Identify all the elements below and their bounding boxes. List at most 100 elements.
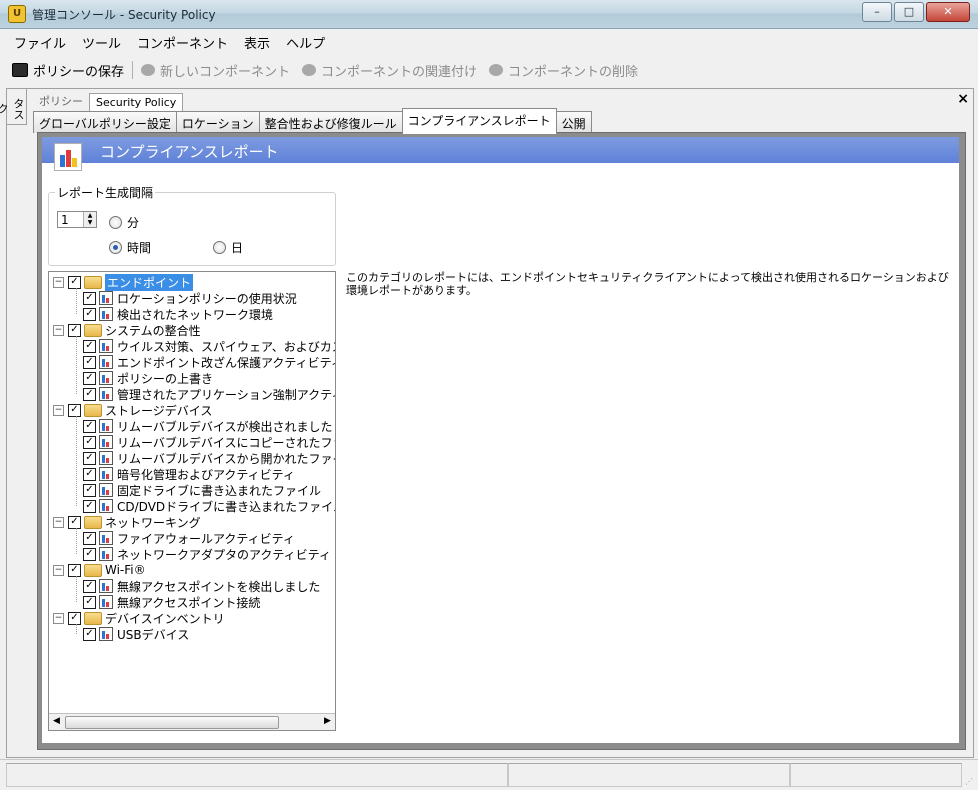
report-label: 暗号化管理およびアクティビティ	[117, 467, 295, 482]
tab-compliance-report[interactable]: コンプライアンスレポート	[401, 108, 557, 134]
report-checkbox[interactable]: ✓	[83, 531, 96, 545]
interval-spinner[interactable]: 1 ▲ ▼	[57, 211, 97, 228]
report-icon	[99, 291, 113, 305]
tree-report-row[interactable]: ✓ ロケーションポリシーの使用状況	[83, 290, 297, 306]
report-checkbox[interactable]: ✓	[83, 419, 96, 433]
collapse-icon[interactable]: −	[53, 324, 64, 336]
report-icon	[99, 355, 113, 369]
report-tree[interactable]: ◀ ▶ − ✓ エンドポイント ✓ ロケーションポリシーの使用状況 ✓ 検出されたネットワー…	[48, 271, 336, 731]
radio-hour[interactable]	[109, 241, 122, 254]
category-checkbox[interactable]: ✓	[68, 611, 81, 625]
report-checkbox[interactable]: ✓	[83, 627, 96, 641]
category-checkbox[interactable]: ✓	[68, 515, 81, 529]
menu-tools[interactable]: ツール	[74, 30, 129, 52]
report-checkbox[interactable]: ✓	[83, 339, 96, 353]
tree-report-row[interactable]: ✓ リムーバブルデバイスが検出されました	[83, 418, 333, 434]
tree-report-row[interactable]: ✓ ウイルス対策、スパイウェア、およびカスタムル	[83, 338, 335, 354]
tab-compliance-rules[interactable]: 整合性および修復ルール	[258, 111, 403, 133]
category-checkbox[interactable]: ✓	[68, 323, 81, 337]
scroll-right-icon[interactable]: ▶	[320, 714, 335, 729]
tree-report-row[interactable]: ✓ エンドポイント改ざん保護アクティビティ	[83, 354, 336, 370]
open-folder-icon	[84, 323, 102, 337]
report-checkbox[interactable]: ✓	[83, 547, 96, 561]
category-checkbox[interactable]: ✓	[68, 403, 81, 417]
report-checkbox[interactable]: ✓	[83, 435, 96, 449]
category-checkbox[interactable]: ✓	[68, 275, 81, 289]
maximize-button[interactable]: □	[894, 2, 924, 22]
component-link-icon	[302, 64, 317, 76]
tree-horizontal-scrollbar[interactable]: ◀ ▶	[49, 713, 335, 730]
report-label: ウイルス対策、スパイウェア、およびカスタムル	[117, 339, 335, 354]
report-checkbox[interactable]: ✓	[83, 483, 96, 497]
tree-connector	[76, 336, 77, 394]
collapse-icon[interactable]: −	[53, 404, 64, 416]
collapse-icon[interactable]: −	[53, 612, 64, 624]
report-checkbox[interactable]: ✓	[83, 371, 96, 385]
tree-report-row[interactable]: ✓ CD/DVDドライブに書き込まれたファイル	[83, 498, 335, 514]
collapse-icon[interactable]: −	[53, 564, 64, 576]
tree-report-row[interactable]: ✓ 管理されたアプリケーション強制アクティビティ	[83, 386, 335, 402]
report-label: エンドポイント改ざん保護アクティビティ	[117, 355, 336, 370]
tab-publish[interactable]: 公開	[555, 111, 592, 133]
menu-view[interactable]: 表示	[236, 30, 278, 52]
radio-day[interactable]	[213, 241, 226, 254]
menu-bar: ファイル ツール コンポーネント 表示 ヘルプ	[6, 30, 333, 52]
doc-tab-policy[interactable]: ポリシー	[33, 91, 89, 111]
floppy-disk-icon	[12, 63, 28, 77]
tree-report-row[interactable]: ✓ 無線アクセスポイントを検出しました	[83, 578, 320, 594]
tree-report-row[interactable]: ✓ リムーバブルデバイスから開かれたファイル	[83, 450, 335, 466]
tree-category-row[interactable]: − ✓ Wi-Fi®	[53, 562, 146, 578]
report-checkbox[interactable]: ✓	[83, 595, 96, 609]
task-side-tab[interactable]: タスク	[0, 89, 27, 125]
scroll-left-icon[interactable]: ◀	[49, 714, 64, 729]
report-label: リムーバブルデバイスが検出されました	[117, 419, 333, 434]
radio-minute[interactable]	[109, 216, 122, 229]
tree-report-row[interactable]: ✓ ポリシーの上書き	[83, 370, 213, 386]
collapse-icon[interactable]: −	[53, 276, 64, 288]
tree-report-row[interactable]: ✓ ネットワークアダプタのアクティビティ	[83, 546, 331, 562]
report-checkbox[interactable]: ✓	[83, 451, 96, 465]
status-cell-3	[790, 763, 962, 787]
open-folder-icon	[84, 275, 102, 289]
save-policy-button[interactable]: ポリシーの保存	[6, 61, 130, 80]
scroll-thumb[interactable]	[65, 716, 279, 729]
tree-report-row[interactable]: ✓ 固定ドライブに書き込まれたファイル	[83, 482, 321, 498]
report-checkbox[interactable]: ✓	[83, 355, 96, 369]
tree-category-row[interactable]: − ✓ エンドポイント	[53, 273, 194, 291]
tab-global-policy[interactable]: グローバルポリシー設定	[33, 111, 177, 133]
delete-component-button[interactable]: コンポーネントの削除	[483, 61, 644, 80]
tab-location[interactable]: ロケーション	[175, 111, 260, 133]
report-checkbox[interactable]: ✓	[83, 579, 96, 593]
report-icon	[99, 387, 113, 401]
menu-file[interactable]: ファイル	[6, 30, 74, 52]
tab-content: コンプライアンスレポート レポート生成間隔 1 ▲ ▼ 分 時間 日 ◀ ▶ −…	[37, 132, 966, 750]
doc-tab-security-policy[interactable]: Security Policy	[89, 93, 184, 111]
associate-component-button[interactable]: コンポーネントの関連付け	[296, 61, 483, 80]
resize-grip-icon[interactable]: ⋰	[965, 777, 975, 787]
report-checkbox[interactable]: ✓	[83, 291, 96, 305]
collapse-icon[interactable]: −	[53, 516, 64, 528]
new-component-button[interactable]: 新しいコンポーネント	[135, 61, 296, 80]
spinner-arrows-icon[interactable]: ▲ ▼	[83, 212, 96, 227]
tree-report-row[interactable]: ✓ 検出されたネットワーク環境	[83, 306, 273, 322]
menu-component[interactable]: コンポーネント	[129, 30, 236, 52]
interval-value: 1	[61, 213, 69, 227]
tree-report-row[interactable]: ✓ ファイアウォールアクティビティ	[83, 530, 295, 546]
minimize-button[interactable]: –	[862, 2, 892, 22]
menu-help[interactable]: ヘルプ	[278, 30, 333, 52]
report-checkbox[interactable]: ✓	[83, 467, 96, 481]
tree-report-row[interactable]: ✓ USBデバイス	[83, 626, 189, 642]
category-checkbox[interactable]: ✓	[68, 563, 81, 577]
tree-category-row[interactable]: − ✓ デバイスインベントリ	[53, 610, 225, 626]
report-checkbox[interactable]: ✓	[83, 499, 96, 513]
close-button[interactable]: ✕	[926, 2, 970, 22]
close-document-icon[interactable]: ×	[957, 91, 969, 107]
tree-report-row[interactable]: ✓ 無線アクセスポイント接続	[83, 594, 260, 610]
open-folder-icon	[84, 563, 102, 577]
tree-report-row[interactable]: ✓ リムーバブルデバイスにコピーされたファイル	[83, 434, 335, 450]
report-icon	[99, 547, 113, 561]
report-icon	[99, 435, 113, 449]
tree-report-row[interactable]: ✓ 暗号化管理およびアクティビティ	[83, 466, 295, 482]
report-checkbox[interactable]: ✓	[83, 307, 96, 321]
report-checkbox[interactable]: ✓	[83, 387, 96, 401]
